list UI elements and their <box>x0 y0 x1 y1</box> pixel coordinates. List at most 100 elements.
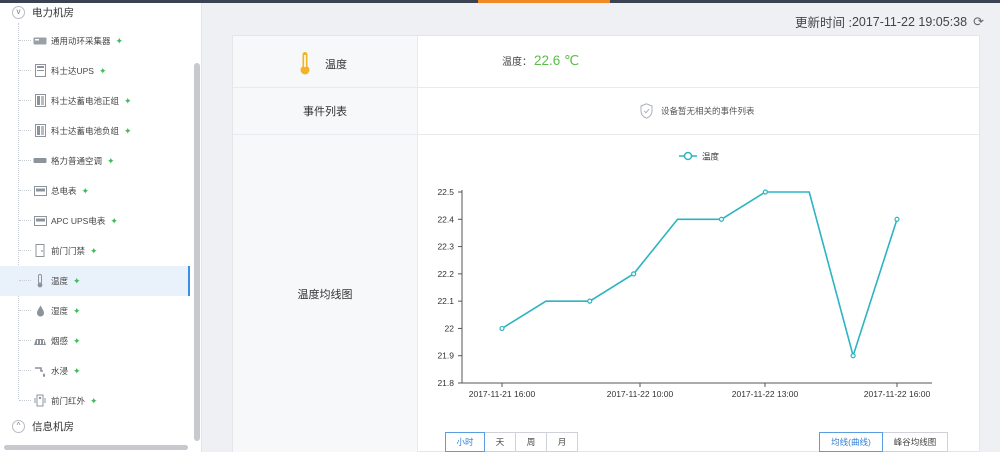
sidebar-item[interactable]: APC UPS电表 ✦ <box>0 206 190 236</box>
sidebar-item[interactable]: 科士达UPS ✦ <box>0 56 190 86</box>
sidebar-item-text: 烟感 <box>51 336 69 346</box>
chart-cell: 21.8 21.9 22 22.1 22.2 22.3 22.4 22.5 2017-11-21… <box>418 135 979 452</box>
sidebar-item-label: 前门门禁 ✦ <box>51 245 98 257</box>
group-label: 信息机房 <box>32 420 74 433</box>
range-button-group: 小时天周月 <box>445 432 578 452</box>
group-power-room[interactable]: v 电力机房 <box>0 3 74 21</box>
sidebar-item[interactable]: 格力普通空调 ✦ <box>0 146 190 176</box>
temperature-value-cell: 温度： 22.6 ℃ <box>418 36 979 87</box>
group-info-room[interactable]: ^ 信息机房 <box>0 417 74 435</box>
mode-button[interactable]: 峰谷均线图 <box>882 432 948 452</box>
smoke-icon <box>33 334 47 347</box>
range-button[interactable]: 月 <box>546 432 578 452</box>
water-icon <box>33 364 47 377</box>
sidebar-item-text: 科士达蓄电池正组 <box>51 96 120 106</box>
leaf-status-icon: ✦ <box>115 36 124 46</box>
tree-branch-line <box>19 220 31 221</box>
tree-branch-line <box>19 340 31 341</box>
sidebar-item-label: 烟感 ✦ <box>51 335 81 347</box>
legend-label: 温度 <box>702 152 720 162</box>
sidebar-item-label: 水浸 ✦ <box>51 365 81 377</box>
chart-title-cell: 温度均线图 <box>233 135 418 452</box>
leaf-status-icon: ✦ <box>73 276 81 286</box>
sidebar-item[interactable]: 科士达蓄电池正组 ✦ <box>0 86 190 116</box>
infrared-icon <box>33 394 47 407</box>
events-empty-text: 设备暂无相关的事件列表 <box>661 106 755 116</box>
series-line <box>501 191 898 359</box>
sidebar-item[interactable]: 通用动环采集器 ✦ <box>0 26 190 56</box>
data-point <box>894 216 900 222</box>
sidebar-item-text: 前门门禁 <box>51 246 86 256</box>
data-point <box>850 353 856 359</box>
temperature-title-cell: 温度 <box>233 36 418 87</box>
leaf-status-icon: ✦ <box>124 96 132 106</box>
sidebar-item-text: APC UPS电表 <box>51 216 106 226</box>
sidebar-item[interactable]: 前门红外 ✦ <box>0 386 190 416</box>
leaf-status-icon: ✦ <box>98 66 107 76</box>
tree-branch-line <box>19 190 31 191</box>
sidebar-item-text: 总电表 <box>51 186 77 196</box>
data-point <box>718 216 725 222</box>
meter-icon <box>33 214 47 227</box>
range-button[interactable]: 天 <box>484 432 516 452</box>
x-tick-label: 2017-11-22 10:00 <box>607 389 674 399</box>
events-empty-message: 设备暂无相关的事件列表 <box>640 103 755 119</box>
events-title: 事件列表 <box>303 106 347 118</box>
y-tick-label: 22.1 <box>437 296 454 306</box>
sidebar-item-label: 格力普通空调 ✦ <box>51 155 115 167</box>
data-point <box>762 189 768 195</box>
sidebar-item[interactable]: 水浸 ✦ <box>0 356 190 386</box>
leaf-status-icon: ✦ <box>124 126 132 136</box>
update-timestamp: 2017-11-22 19:05:38 <box>851 14 968 29</box>
mode-button-group: 均线(曲线) 峰谷均线图 <box>819 432 948 452</box>
leaf-status-icon: ✦ <box>81 186 90 196</box>
y-tick-label: 21.9 <box>437 351 454 361</box>
sidebar-item-label: 科士达UPS ✦ <box>51 65 107 77</box>
leaf-status-icon: ✦ <box>90 246 98 256</box>
sidebar-scrollbar-horizontal[interactable] <box>4 445 188 450</box>
chevron-up-icon[interactable]: ^ <box>12 419 25 433</box>
drop-icon <box>33 304 47 317</box>
collector-icon <box>33 34 47 47</box>
sidebar-item-text: 温度 <box>51 276 69 286</box>
sidebar-item-text: 通用动环采集器 <box>51 36 111 46</box>
mode-button[interactable]: 均线(曲线) <box>819 432 883 452</box>
sidebar-item-text: 湿度 <box>51 306 69 316</box>
top-bar-accent <box>478 0 610 3</box>
leaf-status-icon: ✦ <box>107 156 115 166</box>
x-tick-label: 2017-11-22 13:00 <box>732 389 799 399</box>
chart-title: 温度均线图 <box>297 289 353 301</box>
data-point <box>499 325 505 332</box>
tree-branch-line <box>19 250 31 251</box>
sidebar-item[interactable]: 烟感 ✦ <box>0 326 190 356</box>
sidebar-item[interactable]: 科士达蓄电池负组 ✦ <box>0 116 190 146</box>
temperature-reading: 温度： 22.6 ℃ <box>502 53 579 69</box>
tree-branch-line <box>19 280 31 281</box>
data-point <box>587 298 593 304</box>
range-button[interactable]: 周 <box>515 432 547 452</box>
y-tick-label: 22.4 <box>437 214 454 224</box>
thermometer-icon <box>300 52 310 75</box>
y-tick-label: 22.5 <box>437 187 454 197</box>
sidebar-item[interactable]: 总电表 ✦ <box>0 176 190 206</box>
leaf-status-icon: ✦ <box>73 306 81 316</box>
range-button[interactable]: 小时 <box>445 432 485 452</box>
chevron-down-icon[interactable]: v <box>12 5 25 19</box>
battery-icon <box>33 94 47 107</box>
update-label: 更新时间 : <box>794 16 852 30</box>
sidebar-item[interactable]: 温度 ✦ <box>0 266 190 296</box>
sidebar-item-text: 科士达UPS <box>51 66 94 76</box>
battery-icon <box>33 124 47 137</box>
sidebar-item-text: 格力普通空调 <box>51 156 103 166</box>
sidebar-item-label: 温度 ✦ <box>51 275 81 287</box>
tree-branch-line <box>19 40 31 41</box>
leaf-status-icon: ✦ <box>73 336 81 346</box>
tree-branch-line <box>19 160 31 161</box>
sidebar-item-label: APC UPS电表 ✦ <box>51 215 118 227</box>
sidebar-item[interactable]: 前门门禁 ✦ <box>0 236 190 266</box>
sidebar-item[interactable]: 湿度 ✦ <box>0 296 190 326</box>
refresh-icon[interactable]: ⟳ <box>973 14 984 30</box>
sidebar-scrollbar-vertical[interactable] <box>194 63 200 441</box>
tree-branch-line <box>19 310 31 311</box>
x-tick-label: 2017-11-21 16:00 <box>469 389 536 399</box>
